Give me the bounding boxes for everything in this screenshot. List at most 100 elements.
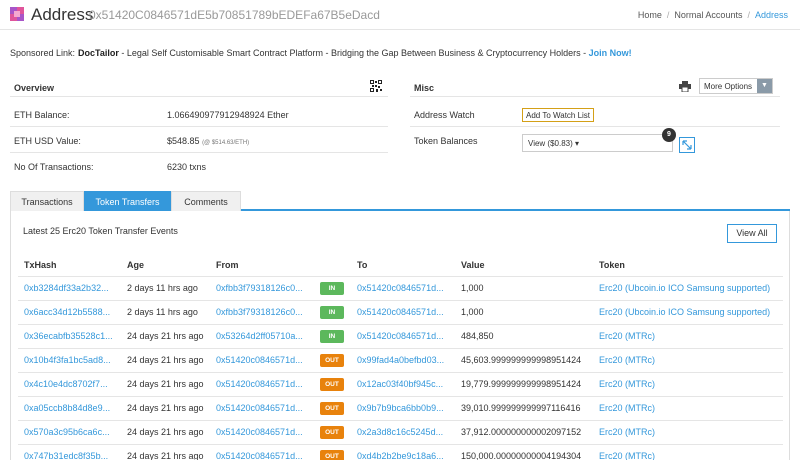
tx-token-link[interactable]: Erc20 (MTRc) — [599, 379, 655, 389]
tx-age: 24 days 21 hrs ago — [127, 427, 204, 437]
eth-usd-value: $548.85 — [167, 136, 200, 146]
tab-transactions[interactable]: Transactions — [10, 191, 84, 211]
breadcrumb-address: Address — [754, 10, 788, 20]
tx-age: 24 days 21 hrs ago — [127, 403, 204, 413]
token-transfers-table: TxHash Age From To Value Token 0xb3284df… — [18, 254, 783, 460]
caret-down-icon: ▾ — [575, 139, 580, 148]
table-row: 0x10b4f3fa1bc5ad8... 24 days 21 hrs ago 0x… — [18, 348, 783, 373]
print-icon[interactable] — [679, 81, 691, 92]
tx-token-link[interactable]: Erc20 (MTRc) — [599, 355, 655, 365]
tx-from-link[interactable]: 0x51420c0846571d... — [216, 451, 303, 460]
tx-to-link[interactable]: 0x12ac03f40bf945c... — [357, 379, 443, 389]
table-row: 0x570a3c95b6ca6c... 24 days 21 hrs ago 0x5… — [18, 420, 783, 445]
top-bar: Address 0x51420C0846571dE5b70851789bEDEF… — [0, 0, 800, 30]
tab-token-transfers[interactable]: Token Transfers — [84, 191, 171, 211]
tx-age: 24 days 21 hrs ago — [127, 355, 204, 365]
tx-hash-link[interactable]: 0x570a3c95b6ca6c... — [24, 427, 110, 437]
sponsor-brand[interactable]: DocTailor — [78, 48, 119, 58]
tx-token-link[interactable]: Erc20 (Ubcoin.io ICO Samsung supported) — [599, 283, 770, 293]
tx-age: 24 days 21 hrs ago — [127, 451, 204, 460]
tx-from-link[interactable]: 0x51420c0846571d... — [216, 403, 303, 413]
header-value: Value — [455, 254, 593, 277]
breadcrumb-home[interactable]: Home — [638, 10, 662, 20]
token-balances-select[interactable]: View ($0.83) ▾ — [522, 134, 673, 152]
tx-token-link[interactable]: Erc20 (MTRc) — [599, 427, 655, 437]
tx-token-link[interactable]: Erc20 (Ubcoin.io ICO Samsung supported) — [599, 307, 770, 317]
page-address: 0x51420C0846571dE5b70851789bEDEFa67B5eDa… — [89, 8, 380, 22]
eth-balance-value: 1.066490977912948924 Ether — [167, 110, 289, 120]
tx-age: 24 days 21 hrs ago — [127, 379, 204, 389]
token-count-badge: 9 — [662, 128, 676, 142]
tx-direction-badge: OUT — [320, 377, 344, 391]
tx-from-link[interactable]: 0xfbb3f79318126c0... — [216, 307, 303, 317]
qr-code-icon[interactable] — [370, 80, 382, 92]
tx-from-link[interactable]: 0x51420c0846571d... — [216, 355, 303, 365]
tx-hash-link[interactable]: 0x36ecabfb35528c1... — [24, 331, 113, 341]
misc-title: Misc — [414, 83, 435, 93]
tx-age: 24 days 21 hrs ago — [127, 331, 204, 341]
tx-value: 484,850 — [461, 331, 494, 341]
overview-header: Overview — [10, 77, 388, 97]
header-from: From — [210, 254, 314, 277]
eth-usd-row: ETH USD Value: $548.85 (@ $514.63/ETH) — [10, 127, 388, 153]
tx-direction-badge: OUT — [320, 353, 344, 367]
tx-to-link[interactable]: 0xd4b2b2be9c18a6... — [357, 451, 444, 460]
tx-token-link[interactable]: Erc20 (MTRc) — [599, 331, 655, 341]
tx-token-link[interactable]: Erc20 (MTRc) — [599, 451, 655, 460]
eth-usd-label: ETH USD Value: — [14, 136, 81, 146]
header-token: Token — [593, 254, 783, 277]
tx-value: 1,000 — [461, 283, 484, 293]
header-direction — [314, 254, 351, 277]
tx-hash-link[interactable]: 0x4c10e4dc8702f7... — [24, 379, 108, 389]
tx-to-link[interactable]: 0x99fad4a0befbd03... — [357, 355, 444, 365]
tx-from-link[interactable]: 0x51420c0846571d... — [216, 427, 303, 437]
sponsored-link: Sponsored Link: DocTailor - Legal Self Cu… — [10, 48, 632, 58]
more-options-label: More Options — [704, 82, 753, 91]
eth-balance-label: ETH Balance: — [14, 110, 70, 120]
breadcrumb-normal-accounts[interactable]: Normal Accounts — [674, 10, 742, 20]
tx-to-link[interactable]: 0x51420c0846571d... — [357, 283, 444, 293]
tx-hash-link[interactable]: 0x10b4f3fa1bc5ad8... — [24, 355, 111, 365]
latest-events-text: Latest 25 Erc20 Token Transfer Events — [23, 226, 178, 236]
table-row: 0x747b31edc8f35b... 24 days 21 hrs ago 0x5… — [18, 444, 783, 460]
tx-direction-badge: IN — [320, 305, 344, 319]
table-row: 0x6acc34d12b5588... 2 days 11 hrs ago 0xfb… — [18, 300, 783, 325]
tx-direction-badge: OUT — [320, 401, 344, 415]
more-options-dropdown[interactable]: More Options ▼ — [699, 78, 773, 94]
tx-hash-link[interactable]: 0xb3284df33a2b32... — [24, 283, 109, 293]
tx-to-link[interactable]: 0x51420c0846571d... — [357, 307, 444, 317]
tx-from-link[interactable]: 0x51420c0846571d... — [216, 379, 303, 389]
address-watch-row: Address Watch — [410, 101, 780, 127]
eth-balance-row: ETH Balance: 1.066490977912948924 Ether — [10, 101, 388, 127]
header-txhash: TxHash — [18, 254, 121, 277]
table-row: 0x36ecabfb35528c1... 24 days 21 hrs ago 0x… — [18, 324, 783, 349]
expand-icon[interactable] — [679, 137, 695, 153]
tx-value: 150,000.00000000004194304 — [461, 451, 582, 460]
tx-from-link[interactable]: 0x53264d2ff05710a... — [216, 331, 303, 341]
address-logo-icon — [10, 7, 24, 21]
tx-direction-badge: OUT — [320, 449, 344, 460]
view-all-button[interactable]: View All — [727, 224, 777, 243]
tx-to-link[interactable]: 0x9b7b9bca6bb0b9... — [357, 403, 444, 413]
add-to-watch-list-button[interactable]: Add To Watch List — [522, 108, 595, 122]
sponsor-join-link[interactable]: Join Now! — [589, 48, 632, 58]
tx-value: 45,603.999999999998951424 — [461, 355, 582, 365]
header-age: Age — [121, 254, 210, 277]
token-balances-label: Token Balances — [414, 136, 478, 146]
tx-hash-link[interactable]: 0x6acc34d12b5588... — [24, 307, 110, 317]
tab-bar: Transactions Token Transfers Comments — [10, 191, 790, 211]
table-row: 0xb3284df33a2b32... 2 days 11 hrs ago 0xfb… — [18, 276, 783, 301]
header-to: To — [351, 254, 455, 277]
tx-token-link[interactable]: Erc20 (MTRc) — [599, 403, 655, 413]
tx-from-link[interactable]: 0xfbb3f79318126c0... — [216, 283, 303, 293]
tx-hash-link[interactable]: 0xa05ccb8b84d8e9... — [24, 403, 110, 413]
tx-value: 1,000 — [461, 307, 484, 317]
tx-hash-link[interactable]: 0x747b31edc8f35b... — [24, 451, 108, 460]
tx-to-link[interactable]: 0x51420c0846571d... — [357, 331, 444, 341]
address-watch-label: Address Watch — [414, 110, 475, 120]
table-row: 0xa05ccb8b84d8e9... 24 days 21 hrs ago 0x5… — [18, 396, 783, 421]
tab-comments[interactable]: Comments — [171, 191, 241, 211]
token-balances-value: View ($0.83) — [528, 139, 573, 148]
tx-to-link[interactable]: 0x2a3d8c16c5245d... — [357, 427, 443, 437]
sponsor-text: - Legal Self Customisable Smart Contract… — [118, 48, 589, 58]
